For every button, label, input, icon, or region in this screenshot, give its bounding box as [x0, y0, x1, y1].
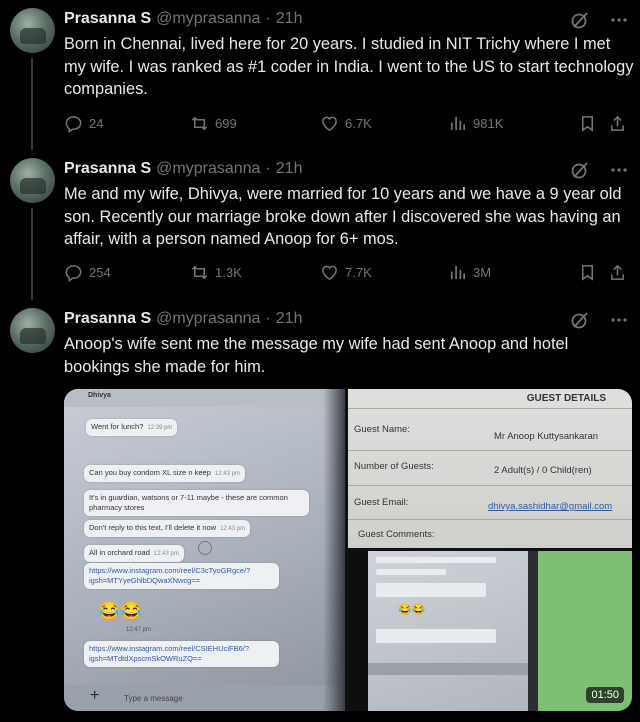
chat-message: It's in guardian, watsons or 7-11 maybe … [84, 490, 309, 516]
display-name[interactable]: Prasanna S [64, 10, 151, 28]
chat-contact-name: Dhivya [88, 392, 111, 399]
analytics-icon [450, 116, 466, 130]
grok-icon[interactable] [570, 10, 590, 35]
emoji-message: 😂😂 [98, 601, 143, 621]
bookmark-button[interactable] [578, 263, 597, 282]
handle[interactable]: @myprasanna [156, 310, 260, 328]
action-bar: 254 1.3K 7.7K 3M [64, 261, 630, 283]
like-button[interactable]: 6.7K [320, 114, 372, 133]
reply-icon [65, 264, 82, 282]
avatar[interactable] [10, 158, 55, 203]
separator: · [265, 160, 271, 177]
reply-button[interactable]: 24 [64, 114, 103, 133]
share-button[interactable] [608, 114, 627, 133]
views-button[interactable]: 981K [448, 114, 503, 133]
guest-count-value: 2 Adult(s) / 0 Child(ren) [494, 465, 592, 476]
avatar[interactable] [10, 308, 55, 353]
timestamp[interactable]: 21h [276, 10, 303, 28]
chat-message: https://www.instagram.com/reel/C3cTyoGRg… [84, 563, 279, 589]
share-button[interactable] [608, 263, 627, 282]
separator: · [265, 310, 271, 327]
view-count: 981K [473, 115, 504, 131]
tweet-header: Prasanna S @myprasanna · 21h [64, 8, 302, 30]
repost-icon [191, 116, 208, 130]
like-count: 6.7K [345, 115, 372, 131]
repost-icon [191, 265, 208, 279]
handle[interactable]: @myprasanna [156, 160, 260, 178]
tweet-header: Prasanna S @myprasanna · 21h [64, 308, 302, 330]
display-name[interactable]: Prasanna S [64, 310, 151, 328]
guest-email-label: Guest Email: [354, 497, 409, 508]
handle[interactable]: @myprasanna [156, 10, 260, 28]
display-name[interactable]: Prasanna S [64, 160, 151, 178]
avatar[interactable] [10, 8, 55, 53]
view-count: 3M [473, 264, 492, 280]
bookmark-button[interactable] [578, 114, 597, 133]
action-bar: 24 699 6.7K 981K [64, 112, 630, 134]
like-count: 7.7K [345, 264, 372, 280]
separator: · [265, 10, 271, 27]
reply-button[interactable]: 254 [64, 263, 111, 282]
guest-name-label: Guest Name: [354, 424, 410, 435]
tweet-header: Prasanna S @myprasanna · 21h [64, 158, 302, 180]
more-icon[interactable] [610, 310, 628, 335]
tweet-1[interactable]: Prasanna S @myprasanna · 21h Born in Che… [0, 0, 640, 150]
tweet-text: Me and my wife, Dhivya, were married for… [64, 185, 622, 248]
guest-details-image[interactable]: GUEST DETAILS Guest Name: Mr Anoop Kutty… [348, 389, 632, 548]
grok-icon[interactable] [570, 310, 590, 335]
bookmark-icon [581, 264, 594, 281]
guest-comments-label: Guest Comments: [358, 529, 435, 540]
like-button[interactable]: 7.7K [320, 263, 372, 282]
chat-message: Went for lunch? 12:39 pm [86, 419, 178, 436]
chat-reaction-icon [198, 541, 212, 555]
tweet-text: Born in Chennai, lived here for 20 years… [64, 35, 634, 98]
tweet-2[interactable]: Prasanna S @myprasanna · 21h Me and my w… [0, 150, 640, 300]
share-icon [611, 115, 624, 131]
repost-button[interactable]: 1.3K [190, 263, 242, 282]
heart-icon [322, 116, 337, 131]
repost-button[interactable]: 699 [190, 114, 237, 133]
timestamp[interactable]: 21h [276, 310, 303, 328]
reply-icon [65, 115, 82, 133]
thread-line [31, 208, 33, 300]
media-grid: Dhivya Went for lunch? 12:39 pm Can you b… [64, 389, 632, 711]
tweet-text: Anoop's wife sent me the message my wife… [64, 335, 569, 376]
message-placeholder: Type a message [124, 694, 183, 703]
more-icon[interactable] [610, 10, 628, 35]
more-icon[interactable] [610, 160, 628, 185]
timestamp[interactable]: 21h [276, 160, 303, 178]
chat-screenshot-image[interactable]: Dhivya Went for lunch? 12:39 pm Can you b… [64, 389, 345, 711]
emoji-time: 12:47 pm [126, 627, 152, 633]
thread-line [31, 58, 33, 150]
chat-message: https://www.instagram.com/reel/CSIEHUciF… [84, 641, 279, 667]
repost-count: 699 [215, 115, 237, 131]
views-button[interactable]: 3M [448, 263, 491, 282]
chat-message: Don't reply to this text, I'll delete it… [84, 520, 251, 537]
plus-icon[interactable]: + [90, 687, 99, 705]
analytics-icon [450, 265, 466, 279]
guest-details-heading: GUEST DETAILS [526, 393, 606, 404]
heart-icon [322, 265, 337, 280]
message-input[interactable]: + Type a message [64, 685, 345, 711]
reply-count: 24 [89, 115, 104, 131]
video-duration: 01:50 [586, 687, 624, 703]
video-thumbnail[interactable]: 😂😂 01:50 [348, 551, 632, 711]
guest-email-value: dhivya.sashidhar@gmail.com [488, 501, 613, 512]
bookmark-icon [581, 115, 594, 132]
chat-message: Can you buy condom XL size n keep 12:43 p… [84, 465, 245, 482]
repost-count: 1.3K [215, 264, 242, 280]
grok-icon[interactable] [570, 160, 590, 185]
reply-count: 254 [89, 264, 111, 280]
guest-count-label: Number of Guests: [354, 461, 434, 472]
share-icon [611, 264, 624, 280]
chat-message: All in orchard road 12:43 pm [84, 545, 184, 562]
guest-name-value: Mr Anoop Kuttysankaran [494, 431, 599, 442]
